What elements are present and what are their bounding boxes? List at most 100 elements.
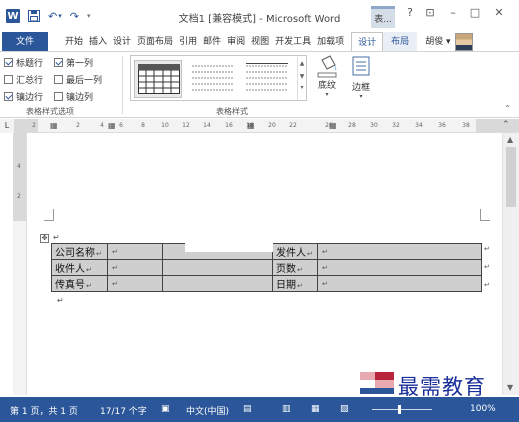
borders-icon <box>352 56 370 76</box>
table-cell[interactable]: 页数↵ <box>272 259 318 276</box>
tab-selector[interactable]: L <box>0 119 14 133</box>
table-row: 传真号↵ ↵ 日期↵ ↵ <box>51 275 482 292</box>
scroll-up-icon[interactable]: ▲ <box>507 135 513 144</box>
tab-home[interactable]: 开始 <box>62 32 86 51</box>
print-layout-icon[interactable]: ▦ <box>311 404 320 414</box>
gallery-scroll[interactable]: ▲ ▼ ▾ <box>297 56 306 100</box>
gallery-up-icon[interactable]: ▲ <box>298 60 306 67</box>
table-style-grid-selected[interactable] <box>134 60 182 98</box>
minimize-button[interactable]: – <box>444 6 462 19</box>
language[interactable]: 中文(中国) <box>186 404 229 417</box>
vertical-scrollbar[interactable]: ▲ ▼ <box>502 133 519 395</box>
table-cell[interactable] <box>162 243 273 260</box>
option-banded-columns[interactable]: 镶边列 <box>54 90 93 103</box>
table-cell[interactable] <box>162 275 273 292</box>
option-banded-rows[interactable]: 镶边行 <box>4 90 43 103</box>
horizontal-ruler[interactable]: 2 2 4 6 8 10 12 14 16 18 20 22 26 28 30 … <box>14 119 519 133</box>
zoom-level[interactable]: 100% <box>470 404 496 414</box>
table-cell[interactable]: 传真号↵ <box>51 275 108 292</box>
table-cell[interactable]: ↵ <box>317 243 482 260</box>
redo-icon[interactable]: ↷ <box>70 10 79 23</box>
column-marker-icon[interactable]: ▦ <box>50 121 58 130</box>
document-page[interactable]: ✥ ↵ 公司名称↵ ↵ 发件人↵ ↵ 收件人↵ ↵ 页数↵ ↵ 传真号↵ ↵ 日… <box>27 133 519 395</box>
table-cell[interactable]: ↵ <box>317 259 482 276</box>
document-table[interactable]: 公司名称↵ ↵ 发件人↵ ↵ 收件人↵ ↵ 页数↵ ↵ 传真号↵ ↵ 日期↵ ↵ <box>51 243 482 292</box>
table-cell[interactable] <box>162 259 273 276</box>
checkbox-first-column[interactable] <box>54 58 63 67</box>
maximize-button[interactable]: □ <box>466 6 484 19</box>
zoom-thumb[interactable] <box>398 405 401 414</box>
table-cell[interactable]: 收件人↵ <box>51 259 108 276</box>
cell-selection-gap <box>185 243 273 252</box>
checkbox-last-column[interactable] <box>54 75 63 84</box>
table-move-handle[interactable]: ✥ <box>40 234 49 243</box>
tab-page-layout[interactable]: 页面布局 <box>134 32 176 51</box>
option-total-row[interactable]: 汇总行 <box>4 73 43 86</box>
checkbox-banded-columns[interactable] <box>54 92 63 101</box>
cell-text: 收件人 <box>55 264 85 275</box>
tab-insert[interactable]: 插入 <box>86 32 110 51</box>
option-label: 汇总行 <box>16 76 44 86</box>
column-marker-icon[interactable]: ▦ <box>329 121 337 130</box>
tab-table-layout[interactable]: 布局 <box>383 32 418 51</box>
gallery-more-icon[interactable]: ▾ <box>298 84 306 91</box>
checkbox-banded-rows[interactable] <box>4 92 13 101</box>
table-cell[interactable]: 发件人↵ <box>272 243 318 260</box>
customize-qat-icon[interactable]: ▾ <box>87 12 91 20</box>
table-style-plain-2[interactable] <box>243 60 291 98</box>
tab-view[interactable]: 视图 <box>248 32 272 51</box>
ribbon-tabs: 文件 开始 插入 设计 页面布局 引用 邮件 审阅 视图 开发工具 加载项 设计… <box>0 32 519 52</box>
table-styles-gallery[interactable]: ▲ ▼ ▾ <box>130 55 307 101</box>
table-style-plain-1[interactable] <box>189 60 237 98</box>
paragraph-mark: ↵ <box>53 233 60 242</box>
ruler-number: 16 <box>225 122 233 129</box>
word-app-icon[interactable]: W <box>6 9 20 23</box>
page-count[interactable]: 第 1 页，共 1 页 <box>10 404 78 417</box>
tab-file[interactable]: 文件 <box>2 32 48 51</box>
table-cell[interactable]: ↵ <box>107 243 163 260</box>
save-icon[interactable] <box>28 10 40 22</box>
table-cell[interactable]: ↵ <box>317 275 482 292</box>
close-button[interactable]: ✕ <box>490 6 508 19</box>
tab-review[interactable]: 审阅 <box>224 32 248 51</box>
ribbon-display-button[interactable]: ⊡ <box>421 6 439 19</box>
undo-icon[interactable]: ↶ ▾ <box>48 10 62 23</box>
scroll-thumb[interactable] <box>506 147 516 207</box>
help-button[interactable]: ? <box>401 6 419 19</box>
tab-mailings[interactable]: 邮件 <box>200 32 224 51</box>
column-marker-icon[interactable]: ▦ <box>108 121 116 130</box>
paint-bucket-icon <box>317 55 337 78</box>
ruler-number: 22 <box>289 122 297 129</box>
watermark-text: 最需教育 <box>398 375 486 399</box>
gallery-down-icon[interactable]: ▼ <box>298 73 306 80</box>
ruler-collapse-icon[interactable]: ⌃ <box>502 120 510 130</box>
user-name[interactable]: 胡俊 ▾ <box>425 32 450 51</box>
collapse-ribbon-icon[interactable]: ⌃ <box>504 104 511 113</box>
proofing-icon[interactable]: ▣ <box>161 404 170 414</box>
table-cell[interactable]: ↵ <box>107 259 163 276</box>
option-first-column[interactable]: 第一列 <box>54 56 93 69</box>
tab-addins[interactable]: 加载项 <box>314 32 347 51</box>
tab-table-design[interactable]: 设计 <box>351 32 384 51</box>
borders-button[interactable]: 边框 ▾ <box>348 54 374 104</box>
shading-button[interactable]: 底纹 ▾ <box>312 54 342 104</box>
checkbox-header-row[interactable] <box>4 58 13 67</box>
table-cell[interactable]: 公司名称↵ <box>51 243 108 260</box>
vertical-ruler[interactable]: 4 2 <box>13 133 27 395</box>
chevron-down-icon: ▾ <box>359 93 363 100</box>
tab-developer[interactable]: 开发工具 <box>272 32 314 51</box>
tab-design[interactable]: 设计 <box>110 32 134 51</box>
zoom-slider[interactable] <box>372 409 432 410</box>
read-mode-icon[interactable]: ▥ <box>282 404 291 414</box>
word-count[interactable]: 17/17 个字 <box>100 404 147 417</box>
checkbox-total-row[interactable] <box>4 75 13 84</box>
macro-icon[interactable]: ▤ <box>243 404 252 414</box>
avatar[interactable] <box>454 33 473 51</box>
option-last-column[interactable]: 最后一列 <box>54 73 102 86</box>
column-marker-icon[interactable]: ▦ <box>247 121 255 130</box>
table-cell[interactable]: 日期↵ <box>272 275 318 292</box>
option-header-row[interactable]: 标题行 <box>4 56 43 69</box>
tab-references[interactable]: 引用 <box>176 32 200 51</box>
table-cell[interactable]: ↵ <box>107 275 163 292</box>
web-layout-icon[interactable]: ▧ <box>340 404 349 414</box>
